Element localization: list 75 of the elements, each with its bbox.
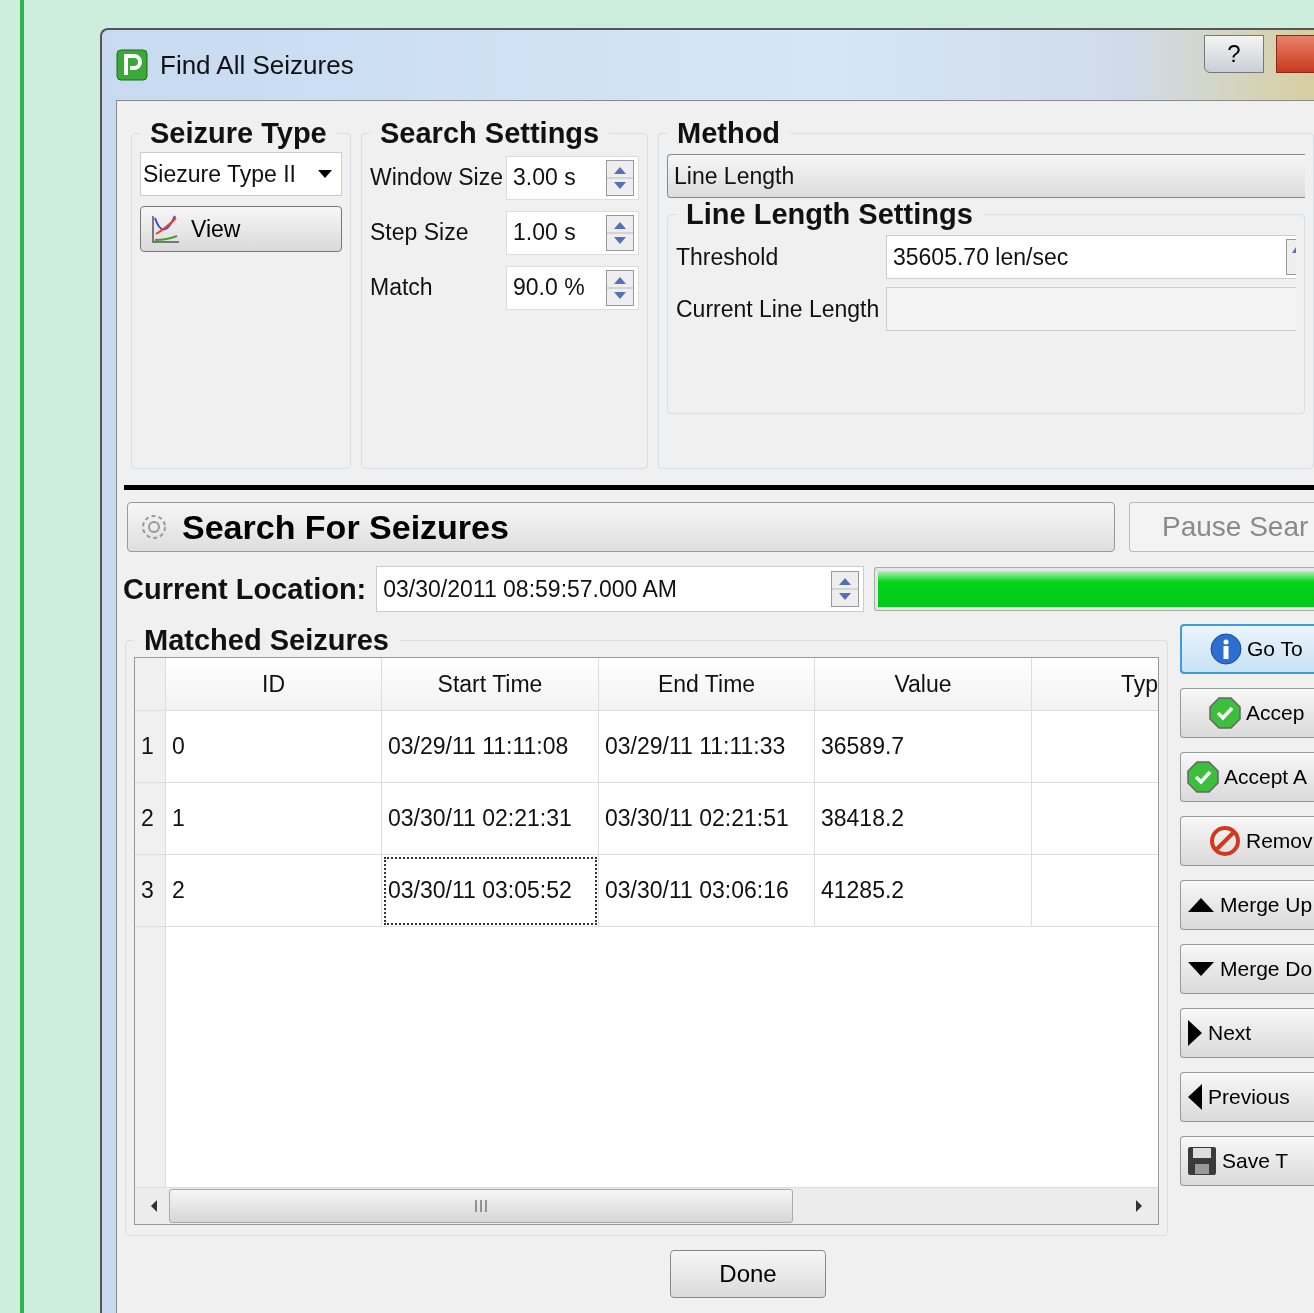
spin-box[interactable]: 90.0 % [506,265,639,310]
left-triangle-icon [1187,1083,1203,1111]
action-button[interactable]: Go To [1180,624,1314,674]
stop-icon [1209,825,1241,857]
grip-icon [474,1200,488,1212]
left-arrow-icon[interactable] [149,1199,159,1213]
app-icon [116,49,148,81]
action-button[interactable]: Accep [1180,688,1314,738]
save-icon [1187,1146,1217,1176]
table-cell: 03/30/11 03:06:16 [598,854,815,927]
table-cell: 03/29/11 11:11:33 [598,710,815,783]
action-button[interactable]: Merge Up [1180,880,1314,930]
help-button[interactable]: ? [1204,35,1264,73]
table-cell: 36589.7 [814,710,1032,783]
row-number[interactable]: 3 [135,854,166,927]
spin-arrows-icon[interactable] [606,214,634,251]
group-title: Method [676,117,782,150]
corner-cell [135,658,166,711]
spin-arrows-icon[interactable] [606,159,634,196]
check-icon [1187,761,1219,793]
column-header[interactable]: ID [165,658,382,711]
table-cell: 41285.2 [814,854,1032,927]
action-button[interactable]: Next [1180,1008,1314,1058]
spin-arrows-icon[interactable] [1286,239,1296,275]
action-button[interactable]: Accept A [1180,752,1314,802]
field-label: Step Size [370,219,470,246]
spin-box[interactable]: 1.00 s [506,210,639,255]
row-number[interactable]: 2 [135,782,166,855]
right-triangle-icon [1187,1019,1203,1047]
check-icon [1209,697,1241,729]
field-label: Current Line Length [676,295,880,323]
method-dropdown[interactable]: Line Length [667,154,1305,198]
action-button[interactable]: Remov [1180,816,1314,866]
down-triangle-icon [1187,961,1215,977]
table-cell: 1 [165,782,382,855]
table-cell: 03/30/11 03:05:52 [381,854,599,927]
group-title: Search Settings [379,117,601,150]
info-icon [1210,633,1242,665]
table-cell: 38418.2 [814,782,1032,855]
field-label: Match [370,274,434,301]
location-label: Current Location: [123,572,367,606]
close-button[interactable] [1276,35,1314,73]
table-cell: 0 [165,710,382,783]
location-spin-box[interactable]: 03/30/2011 08:59:57.000 AM [376,566,865,612]
column-header[interactable]: Value [814,658,1032,711]
up-triangle-icon [1187,897,1215,913]
column-header[interactable]: Typ [1031,658,1158,711]
scroll-thumb[interactable] [169,1189,793,1223]
horizontal-scrollbar[interactable] [135,1187,1158,1224]
table-cell: 03/29/11 11:11:08 [381,710,599,783]
column-header[interactable]: End Time [598,658,815,711]
chart-icon [151,214,181,244]
table-cell: 03/30/11 02:21:51 [598,782,815,855]
action-button[interactable]: Save T [1180,1136,1314,1186]
search-button[interactable]: Search For Seizures [127,502,1115,552]
column-header[interactable]: Start Time [381,658,599,711]
table-cell: 03/30/11 02:21:31 [381,782,599,855]
group-title: Line Length Settings [685,198,974,231]
spin-box[interactable]: 3.00 s [506,155,639,200]
action-button[interactable]: Merge Do [1180,944,1314,994]
spin-arrows-icon[interactable] [831,571,860,607]
seizure-type-dropdown[interactable]: Siezure Type II [140,152,342,196]
caret-icon [317,169,333,179]
right-arrow-icon[interactable] [1134,1199,1144,1213]
field-label: Threshold [676,243,780,271]
action-button[interactable]: Previous [1180,1072,1314,1122]
threshold-field[interactable]: 35605.70 len/sec [886,235,1296,279]
done-button[interactable]: Done [670,1250,826,1298]
row-number[interactable]: 1 [135,710,166,783]
group-title: Matched Seizures [143,624,390,657]
window-title: Find All Seizures [160,49,354,81]
group-title: Seizure Type [149,117,328,150]
view-button[interactable]: View [140,206,342,252]
spin-arrows-icon[interactable] [606,269,634,306]
table-cell: 2 [165,854,382,927]
